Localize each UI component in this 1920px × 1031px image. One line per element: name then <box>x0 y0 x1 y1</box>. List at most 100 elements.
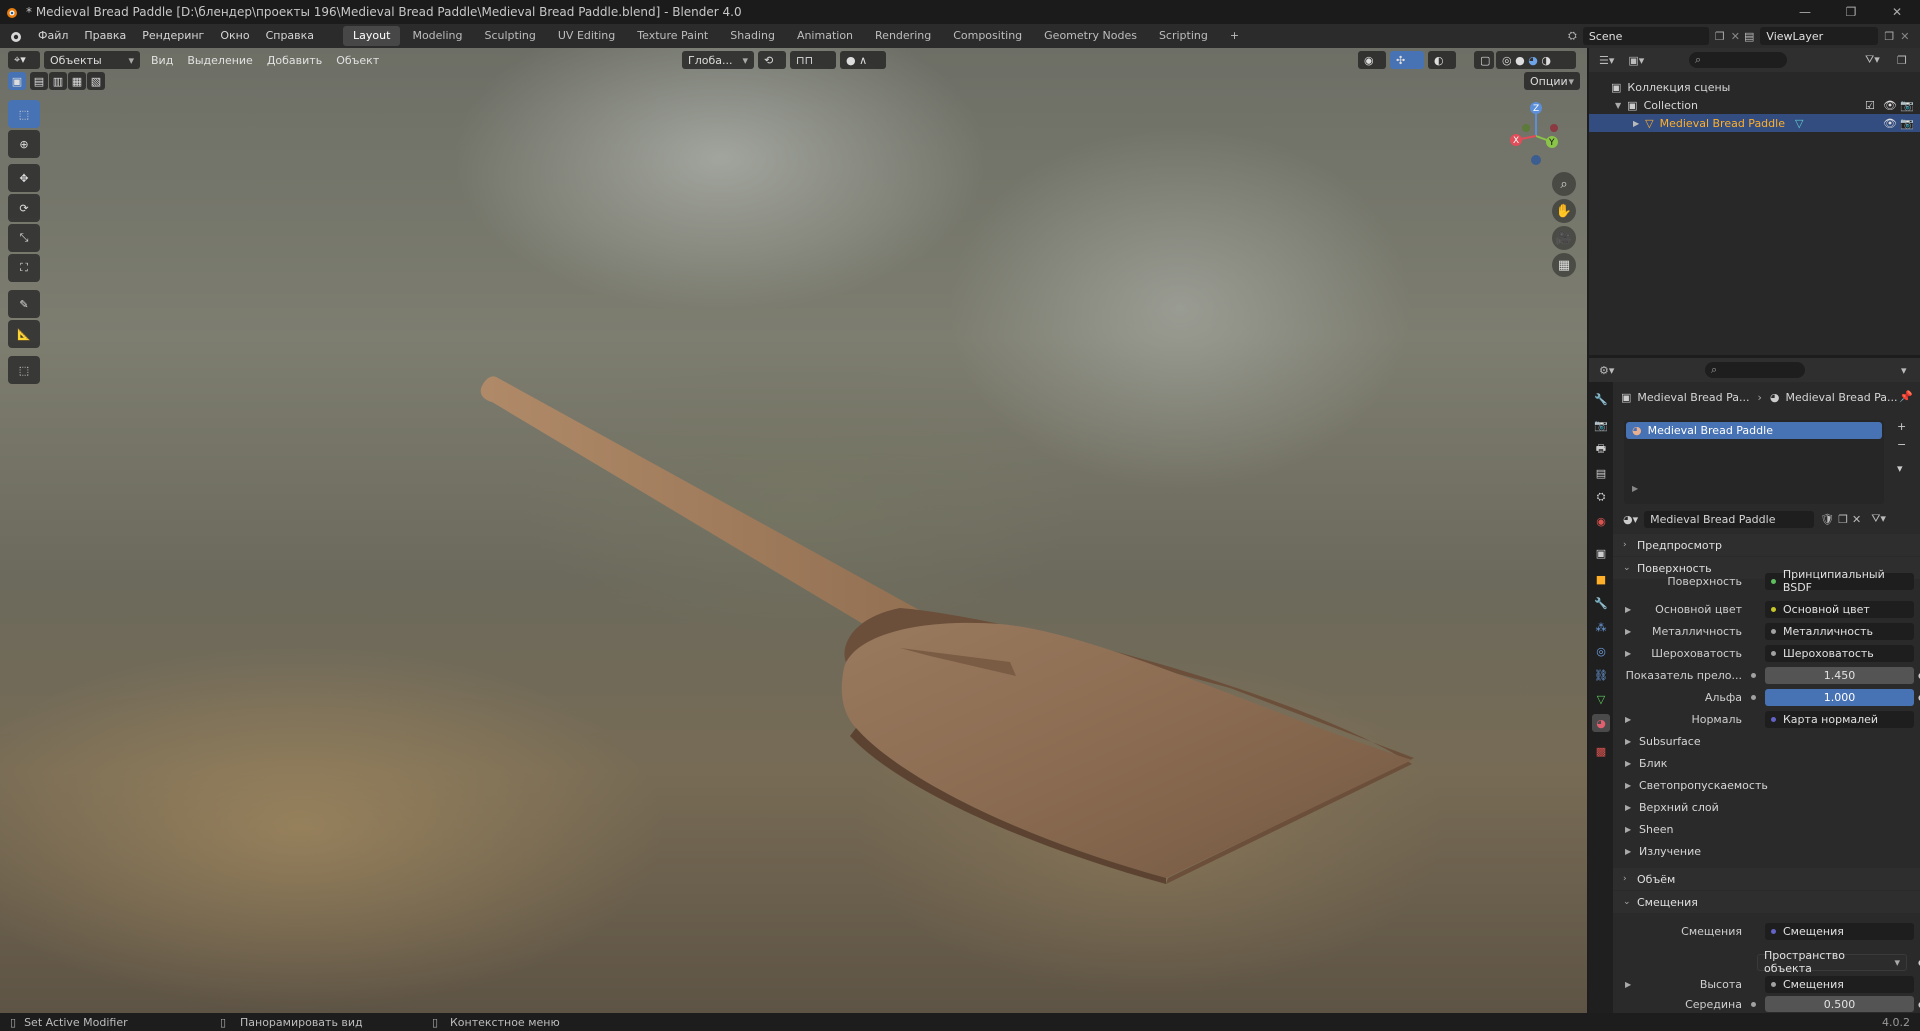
select-invert-icon[interactable]: ▦ <box>68 72 86 90</box>
transform-orientation-selector[interactable]: Глоба... ▾ <box>682 51 754 69</box>
height-field[interactable]: Смещения <box>1765 975 1914 993</box>
material-tab-icon[interactable]: ◕ <box>1592 714 1610 732</box>
normal-field[interactable]: Карта нормалей <box>1765 710 1914 728</box>
subpanel-subsurface[interactable]: ▶ Subsurface <box>1617 732 1917 750</box>
zoom-icon[interactable]: ⌕ <box>1552 172 1576 196</box>
blender-menu-icon[interactable] <box>0 29 30 43</box>
measure-tool[interactable]: 📐 <box>8 320 40 348</box>
menu-window[interactable]: Окно <box>212 24 257 48</box>
tool-tab-icon[interactable]: 🔧 <box>1592 390 1610 408</box>
maximize-icon[interactable]: ❐ <box>1828 0 1874 24</box>
panel-displacement[interactable]: ⌄ Смещения <box>1613 891 1920 913</box>
bread-paddle-object[interactable] <box>0 48 1587 1013</box>
data-tab-icon[interactable]: ▽ <box>1592 690 1610 708</box>
object-render-icon[interactable]: 📷 <box>1900 117 1914 130</box>
pivot-point-icon[interactable]: ⟲ <box>758 51 786 69</box>
add-slot-icon[interactable]: + <box>1897 420 1906 433</box>
tab-rendering[interactable]: Rendering <box>865 26 941 46</box>
3d-viewport[interactable]: ⌖▾ Объекты ▾ Вид Выделение Добавить Объек… <box>0 48 1587 1013</box>
outliner-row-collection[interactable]: ▼ ▣ Collection ☑ 👁 📷 <box>1589 96 1920 114</box>
tab-scripting[interactable]: Scripting <box>1149 26 1218 46</box>
proportional-editing-icon[interactable]: ● ∧ <box>840 51 886 69</box>
select-intersect-icon[interactable]: ▧ <box>87 72 105 90</box>
tab-geometry-nodes[interactable]: Geometry Nodes <box>1034 26 1147 46</box>
move-tool[interactable]: ✥ <box>8 164 40 192</box>
tab-uv-editing[interactable]: UV Editing <box>548 26 625 46</box>
surface-shader-field[interactable]: Принципиальный BSDF <box>1765 568 1914 594</box>
camera-view-icon[interactable]: 🎥 <box>1552 226 1576 250</box>
pan-hand-icon[interactable]: ✋ <box>1552 199 1576 223</box>
editor-type-icon[interactable]: ⌖▾ <box>8 51 40 69</box>
texture-tab-icon[interactable]: ▩ <box>1592 742 1610 760</box>
snap-icon[interactable]: ⊓⊓ <box>790 51 836 69</box>
display-mode-icon[interactable]: ▣▾ <box>1628 54 1644 67</box>
physics-tab-icon[interactable]: ◎ <box>1592 642 1610 660</box>
new-collection-icon[interactable]: ❐ <box>1897 54 1907 67</box>
close-icon[interactable]: ✕ <box>1874 0 1920 24</box>
menu-view[interactable]: Вид <box>144 54 180 67</box>
select-extend-icon[interactable]: ▤ <box>30 72 48 90</box>
metallic-expand-icon[interactable]: ▶ <box>1625 627 1639 636</box>
select-box-tool[interactable]: ⬚ <box>8 100 40 128</box>
particles-tab-icon[interactable]: ⁂ <box>1592 618 1610 636</box>
unlink-material-icon[interactable]: ✕ <box>1852 513 1861 526</box>
material-preview-icon[interactable]: ◕ <box>1528 54 1538 67</box>
add-workspace-button[interactable]: + <box>1220 26 1249 46</box>
scene-icon[interactable]: ⛭ <box>1568 29 1577 43</box>
subpanel-specular[interactable]: ▶ Блик <box>1617 754 1917 772</box>
roughness-field[interactable]: Шероховатость <box>1765 644 1914 662</box>
minimize-icon[interactable]: — <box>1782 0 1828 24</box>
material-name-field[interactable]: Medieval Bread Paddle <box>1644 510 1815 528</box>
subpanel-sheen[interactable]: ▶ Sheen <box>1617 820 1917 838</box>
select-subtract-icon[interactable]: ▥ <box>49 72 67 90</box>
panel-preview[interactable]: › Предпросмотр <box>1613 534 1920 556</box>
transform-tool[interactable]: ⛶ <box>8 254 40 282</box>
collection-render-icon[interactable]: 📷 <box>1900 99 1914 112</box>
object-tab-icon[interactable]: ■ <box>1592 570 1610 588</box>
constraints-tab-icon[interactable]: ⛓ <box>1592 666 1610 684</box>
new-scene-icon[interactable]: ❐ <box>1715 30 1725 43</box>
cursor-tool[interactable]: ⊕ <box>8 130 40 158</box>
object-visibility-icon[interactable]: 👁 <box>1883 117 1897 130</box>
normal-expand-icon[interactable]: ▶ <box>1625 715 1639 724</box>
scene-tab-icon[interactable]: ⛭ <box>1592 488 1610 506</box>
tab-shading[interactable]: Shading <box>720 26 785 46</box>
slot-specials-icon[interactable]: ▾ <box>1897 462 1903 475</box>
subpanel-transmission[interactable]: ▶ Светопропускаемость <box>1617 776 1917 794</box>
material-filter-icon[interactable]: ⛛▾ <box>1871 512 1886 526</box>
menu-object[interactable]: Объект <box>329 54 386 67</box>
add-cube-tool[interactable]: ⬚ <box>8 356 40 384</box>
scene-selector[interactable]: Scene <box>1582 27 1709 45</box>
object-expand-icon[interactable]: ▶ <box>1633 119 1639 128</box>
properties-options-icon[interactable]: ▾ <box>1901 364 1907 377</box>
menu-select[interactable]: Выделение <box>180 54 260 67</box>
fake-user-icon[interactable]: 🛡 <box>1820 513 1834 526</box>
rotate-tool[interactable]: ⟳ <box>8 194 40 222</box>
rendered-shading-icon[interactable]: ◑ <box>1541 54 1551 67</box>
menu-add[interactable]: Добавить <box>260 54 329 67</box>
ior-field[interactable]: 1.450 <box>1765 666 1914 684</box>
panel-volume[interactable]: › Объём <box>1613 868 1920 890</box>
wireframe-shading-icon[interactable]: ◎ <box>1502 54 1512 67</box>
new-view-layer-icon[interactable]: ❐ <box>1884 30 1894 43</box>
displacement-field[interactable]: Смещения <box>1765 922 1914 940</box>
outliner-editor-type-icon[interactable]: ☰▾ <box>1599 54 1614 67</box>
view-layer-tab-icon[interactable]: ▤ <box>1592 464 1610 482</box>
properties-search-input[interactable]: ⌕ <box>1705 362 1805 378</box>
collection-tab-icon[interactable]: ▣ <box>1592 544 1610 562</box>
remove-slot-icon[interactable]: − <box>1897 438 1906 451</box>
world-tab-icon[interactable]: ◉ <box>1592 512 1610 530</box>
mesh-data-icon[interactable]: ▽ <box>1795 117 1803 130</box>
metallic-field[interactable]: Металличность <box>1765 622 1914 640</box>
output-tab-icon[interactable]: 🖶 <box>1592 440 1610 458</box>
visibility-icon[interactable]: ◉ <box>1358 51 1386 69</box>
outliner-row-scene-collection[interactable]: ▣ Коллекция сцены <box>1589 78 1920 96</box>
overlay-icon[interactable]: ◐ <box>1428 51 1456 69</box>
select-new-icon[interactable]: ▣ <box>8 72 26 90</box>
render-tab-icon[interactable]: 📷 <box>1592 416 1610 434</box>
delete-scene-icon[interactable]: ✕ <box>1731 30 1740 43</box>
shading-modes[interactable]: ◎ ● ◕ ◑ <box>1496 51 1576 69</box>
material-slot-row[interactable]: ◕ Medieval Bread Paddle <box>1626 422 1882 439</box>
roughness-expand-icon[interactable]: ▶ <box>1625 649 1639 658</box>
tab-modeling[interactable]: Modeling <box>402 26 472 46</box>
